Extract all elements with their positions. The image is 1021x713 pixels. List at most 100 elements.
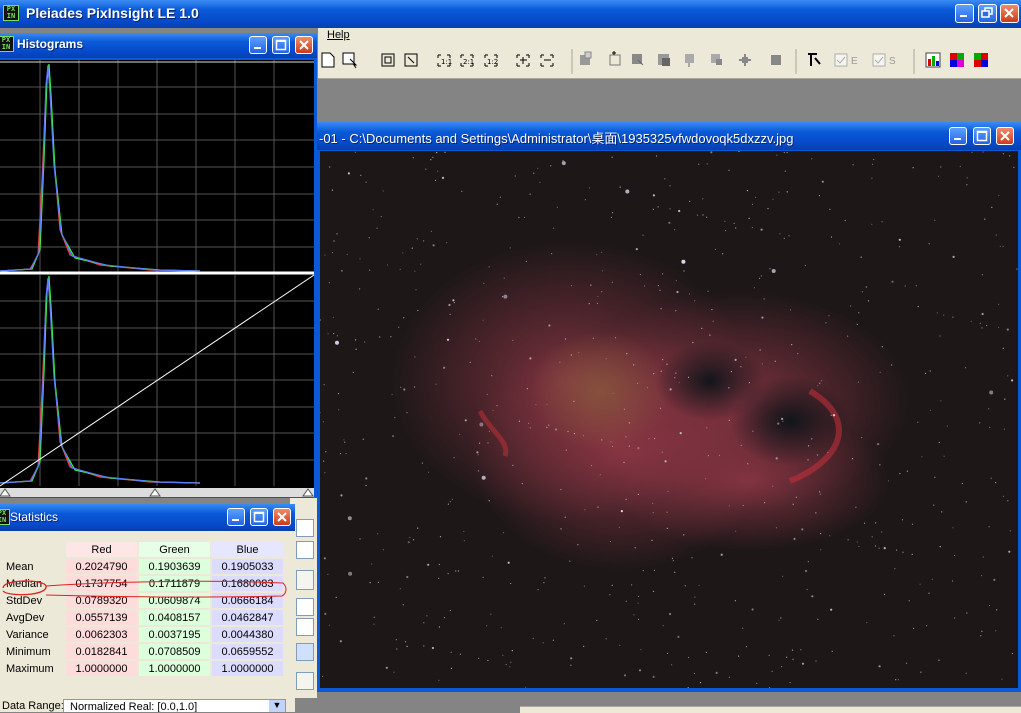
star (623, 461, 625, 463)
side-control-1[interactable] (296, 519, 314, 537)
mask-show-icon[interactable] (711, 54, 722, 65)
zoom-fit-icon[interactable]: 1:1 (437, 54, 452, 67)
column-header-red: Red (66, 542, 137, 557)
star (669, 185, 671, 187)
mask-hide-icon[interactable] (739, 54, 751, 66)
histograms-close-button[interactable] (295, 36, 313, 54)
star (619, 186, 621, 188)
star (881, 531, 883, 533)
side-control-4[interactable] (296, 598, 314, 616)
side-control-7[interactable] (296, 672, 314, 690)
mask-apply-icon[interactable] (632, 54, 644, 66)
image-close-button[interactable] (996, 127, 1014, 145)
pixinsight-app-icon[interactable]: PX IN (3, 5, 19, 21)
star (556, 206, 558, 208)
star (391, 393, 393, 396)
star (819, 491, 821, 493)
star (980, 575, 983, 577)
star (637, 493, 639, 495)
star (457, 570, 459, 572)
star (577, 544, 579, 546)
statistics-minimize-button[interactable] (227, 508, 245, 526)
zoom-11-icon[interactable]: 2:1 (460, 54, 474, 67)
star (551, 253, 553, 255)
svg-text:1:1: 1:1 (441, 58, 452, 66)
star (346, 253, 348, 256)
star (447, 503, 449, 505)
star (659, 289, 661, 291)
chevron-down-icon[interactable]: ▼ (269, 700, 285, 712)
star (804, 264, 806, 267)
star (612, 392, 614, 394)
statistics-maximize-button[interactable] (250, 508, 268, 526)
star (920, 671, 922, 673)
histograms-minimize-button[interactable] (249, 36, 267, 54)
table-row: Mean 0.2024790 0.1903639 0.1905033 (2, 559, 283, 574)
mask-invert-icon[interactable] (658, 54, 670, 66)
new-image-icon[interactable] (321, 52, 335, 68)
star (792, 658, 794, 660)
side-control-3[interactable] (296, 570, 314, 590)
star (704, 478, 707, 480)
star (933, 504, 935, 506)
color-grid-icon[interactable] (950, 53, 964, 67)
star (355, 348, 357, 350)
star (631, 584, 633, 586)
app-minimize-button[interactable] (955, 4, 974, 23)
row-label: Minimum (6, 645, 51, 658)
star (707, 455, 709, 457)
mask-icon[interactable] (580, 51, 592, 65)
app-restore-button[interactable] (978, 4, 997, 23)
checkbox-s-label: S (889, 56, 896, 67)
star (676, 290, 679, 294)
star (377, 581, 379, 583)
checkbox-s[interactable] (872, 53, 886, 67)
star (801, 662, 805, 665)
star (694, 603, 696, 605)
checkbox-e[interactable] (834, 53, 848, 67)
star (672, 560, 674, 562)
star (952, 527, 954, 529)
nebula-image[interactable] (320, 151, 1018, 688)
star (652, 194, 655, 197)
star (434, 179, 437, 181)
zoom-in-icon[interactable] (516, 54, 530, 67)
color-mix-icon[interactable] (974, 53, 988, 67)
star (662, 359, 664, 361)
pointer-tool-icon[interactable] (808, 53, 821, 66)
star (811, 595, 814, 598)
select-all-icon[interactable] (381, 53, 395, 67)
restore-icon (981, 7, 993, 18)
menu-help[interactable]: Help (327, 29, 350, 41)
data-range-select[interactable]: Normalized Real: [0.0,1.0] ▼ (63, 699, 286, 712)
star (642, 234, 644, 236)
mask-remove-icon[interactable] (685, 54, 694, 67)
star (674, 377, 676, 379)
mask-new-icon[interactable] (609, 51, 621, 66)
image-maximize-button[interactable] (973, 127, 991, 145)
star (359, 288, 361, 290)
star (748, 382, 750, 384)
star (662, 625, 664, 627)
zoom-window-icon[interactable] (404, 53, 418, 67)
zoom-12-icon[interactable]: 1:2 (484, 54, 498, 67)
star (417, 527, 419, 529)
app-close-button[interactable] (1000, 4, 1019, 23)
histograms-maximize-button[interactable] (272, 36, 290, 54)
side-control-6[interactable] (296, 643, 314, 661)
mask-clear-icon[interactable] (771, 55, 781, 65)
star (633, 364, 635, 366)
image-minimize-button[interactable] (949, 127, 967, 145)
star (535, 404, 537, 406)
new-preview-icon[interactable] (342, 52, 358, 69)
star (455, 570, 457, 572)
zoom-out-icon[interactable] (540, 54, 554, 67)
histogram-plots[interactable] (0, 60, 314, 497)
star (475, 338, 477, 340)
rgb-channels-icon[interactable] (925, 52, 941, 68)
side-control-5[interactable] (296, 618, 314, 636)
star (478, 657, 480, 659)
side-control-2[interactable] (296, 541, 314, 559)
statistics-close-button[interactable] (273, 508, 291, 526)
star (488, 430, 490, 432)
